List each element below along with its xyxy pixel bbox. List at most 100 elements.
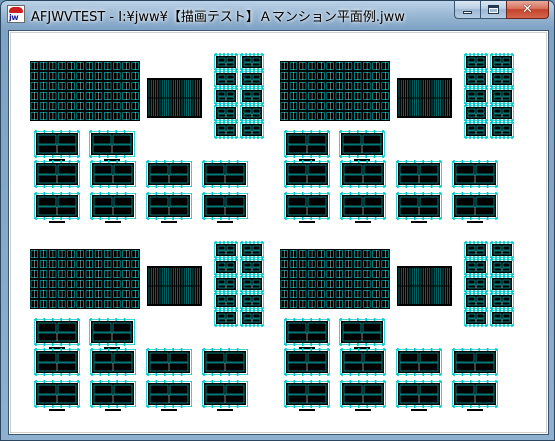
parking-hatch-block — [147, 266, 202, 306]
unit-plan — [396, 348, 442, 376]
dense-floor-block — [30, 61, 140, 121]
unit-plan — [202, 380, 248, 408]
unit-plan — [90, 380, 136, 408]
stack-unit — [214, 241, 238, 259]
unit-plan — [202, 192, 248, 220]
stack-unit — [464, 121, 488, 139]
minimize-button[interactable] — [454, 1, 480, 19]
dense-floor-block — [30, 249, 140, 309]
stack-unit — [464, 292, 488, 310]
stack-unit — [214, 70, 238, 88]
minimize-icon — [463, 11, 472, 14]
unit-plan — [340, 380, 386, 408]
unit-plan — [284, 192, 330, 220]
app-icon-label: jw — [9, 13, 19, 22]
unit-plan — [34, 130, 80, 158]
jww-app-icon[interactable]: jw — [7, 5, 25, 23]
stack-unit — [464, 258, 488, 276]
close-icon: ✕ — [522, 2, 533, 17]
unit-plan — [34, 348, 80, 376]
cad-drawing-canvas[interactable] — [10, 32, 547, 433]
stack-unit — [490, 309, 514, 327]
unit-plan — [202, 160, 248, 188]
stack-unit — [464, 104, 488, 122]
stack-unit — [490, 292, 514, 310]
unit-plan — [284, 130, 330, 158]
stack-unit — [214, 104, 238, 122]
unit-plan — [202, 348, 248, 376]
close-button[interactable]: ✕ — [506, 1, 549, 19]
dense-floor-block — [280, 61, 390, 121]
stack-unit — [214, 258, 238, 276]
unit-plan — [340, 348, 386, 376]
maximize-button[interactable] — [480, 1, 506, 19]
unit-plan — [396, 160, 442, 188]
unit-plan — [452, 160, 498, 188]
window-title: AFJWVTEST - I:¥jww¥【描画テスト】Ａマンション平面例.jww — [31, 10, 405, 25]
stack-unit — [464, 87, 488, 105]
maximize-icon — [488, 5, 499, 14]
stack-unit — [464, 53, 488, 71]
unit-plan — [146, 348, 192, 376]
stack-unit — [490, 121, 514, 139]
unit-plan — [90, 348, 136, 376]
stack-unit — [214, 309, 238, 327]
stack-unit — [214, 121, 238, 139]
plan-quadrant-2 — [280, 53, 514, 223]
stack-unit — [240, 275, 264, 293]
unit-plan — [340, 160, 386, 188]
plan-quadrant-1 — [30, 53, 264, 223]
unit-plan — [452, 348, 498, 376]
unit-plan — [34, 318, 80, 346]
application-window: jw AFJWVTEST - I:¥jww¥【描画テスト】Ａマンション平面例.j… — [0, 0, 555, 441]
parking-hatch-block — [147, 78, 202, 118]
unit-plan — [90, 160, 136, 188]
unit-plan — [146, 192, 192, 220]
title-bar[interactable]: jw AFJWVTEST - I:¥jww¥【描画テスト】Ａマンション平面例.j… — [1, 1, 554, 28]
floor-plan-drawing — [30, 53, 514, 411]
unit-plan — [284, 380, 330, 408]
unit-plan — [146, 160, 192, 188]
unit-plan — [34, 192, 80, 220]
stack-unit — [240, 292, 264, 310]
stack-unit — [490, 275, 514, 293]
unit-plan — [284, 318, 330, 346]
stack-unit — [240, 121, 264, 139]
stack-unit — [464, 70, 488, 88]
stack-unit — [240, 258, 264, 276]
stack-unit — [464, 275, 488, 293]
stack-unit — [240, 87, 264, 105]
stack-unit — [490, 70, 514, 88]
parking-hatch-block — [397, 78, 452, 118]
unit-plan — [34, 160, 80, 188]
unit-plan — [339, 130, 385, 158]
stack-unit — [464, 309, 488, 327]
unit-plan — [396, 380, 442, 408]
stack-unit — [490, 53, 514, 71]
stack-unit — [240, 70, 264, 88]
dense-floor-block — [280, 249, 390, 309]
stack-unit — [490, 241, 514, 259]
stack-unit — [490, 104, 514, 122]
unit-plan — [339, 318, 385, 346]
unit-plan — [89, 130, 135, 158]
unit-plan — [284, 348, 330, 376]
unit-plan — [146, 380, 192, 408]
stack-unit — [240, 53, 264, 71]
caption-buttons: ✕ — [454, 1, 549, 20]
unit-plan — [452, 192, 498, 220]
unit-plan — [396, 192, 442, 220]
stack-unit — [490, 87, 514, 105]
parking-hatch-block — [397, 266, 452, 306]
stack-unit — [214, 87, 238, 105]
stack-unit — [214, 275, 238, 293]
stack-unit — [464, 241, 488, 259]
client-area — [8, 30, 549, 435]
stack-unit — [240, 309, 264, 327]
plan-quadrant-3 — [30, 241, 264, 411]
unit-plan — [340, 192, 386, 220]
unit-plan — [34, 380, 80, 408]
plan-quadrant-4 — [280, 241, 514, 411]
stack-unit — [214, 292, 238, 310]
stack-unit — [240, 241, 264, 259]
